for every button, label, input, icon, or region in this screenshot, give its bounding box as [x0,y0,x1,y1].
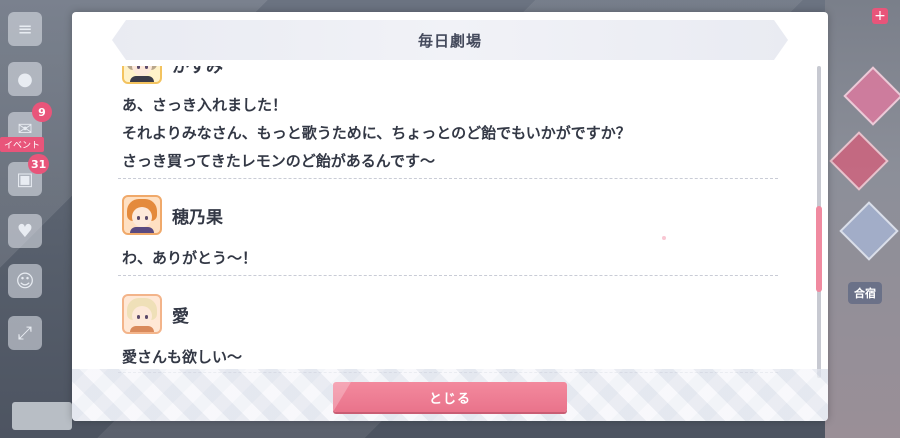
dialogue-entry: 穂乃果 わ、ありがとう〜！ [118,179,778,276]
right-label[interactable]: 合宿 [848,282,882,304]
dialogue-line: それよりみなさん、もっと歌うために、ちょっとのど飴でもいかがですか？ [122,124,631,142]
scrollbar[interactable] [816,66,822,378]
bottom-left-panel[interactable] [12,402,72,430]
dialogue-entry: かすみ あ、さっき入れました！ それよりみなさん、もっと歌うために、ちょっとのど… [118,66,778,179]
speaker: かすみ [122,66,223,84]
menu-icon[interactable]: ≡ [8,12,42,46]
honoka-avatar [122,195,162,235]
kasumi-avatar [122,66,162,84]
modal-header: 毎日劇場 [112,20,788,60]
speaker-name: かすみ [172,66,223,77]
add-icon[interactable]: + [872,8,888,24]
sparkle-icon [662,236,666,240]
fullscreen-icon[interactable]: ⤢ [8,316,42,350]
dialogue-line: あ、さっき入れました！ [122,96,288,114]
speaker-name: 愛 [172,306,189,327]
event-tag: イベント [0,137,45,152]
dialogue-log[interactable]: かすみ あ、さっき入れました！ それよりみなさん、もっと歌うために、ちょっとのど… [72,66,812,376]
dialogue-entry: 愛 愛さんも欲しい〜 [118,276,778,373]
gift-badge: 31 [28,154,50,174]
dialogue-line: わ、ありがとう〜！ [122,249,258,267]
dialogue-line: さっき買ってきたレモンのど飴があるんです〜 [122,152,436,170]
chat-icon[interactable]: ● [8,62,42,96]
dialogue-line: 愛さんも欲しい〜 [122,348,243,366]
speaker-name: 穂乃果 [172,207,223,228]
close-button[interactable]: とじる [333,382,567,412]
daily-theater-modal: 毎日劇場 かすみ あ、さっき入れました！ それよりみなさん、もっと歌うために、ち… [72,12,828,421]
modal-title: 毎日劇場 [417,31,482,50]
people-icon[interactable]: ☺ [8,264,42,298]
speaker: 愛 [122,294,189,334]
scrollbar-thumb[interactable] [816,206,822,292]
heart-icon[interactable]: ♥ [8,214,42,248]
speaker: 穂乃果 [122,195,223,235]
ai-avatar [122,294,162,334]
mail-badge: 9 [32,102,52,122]
